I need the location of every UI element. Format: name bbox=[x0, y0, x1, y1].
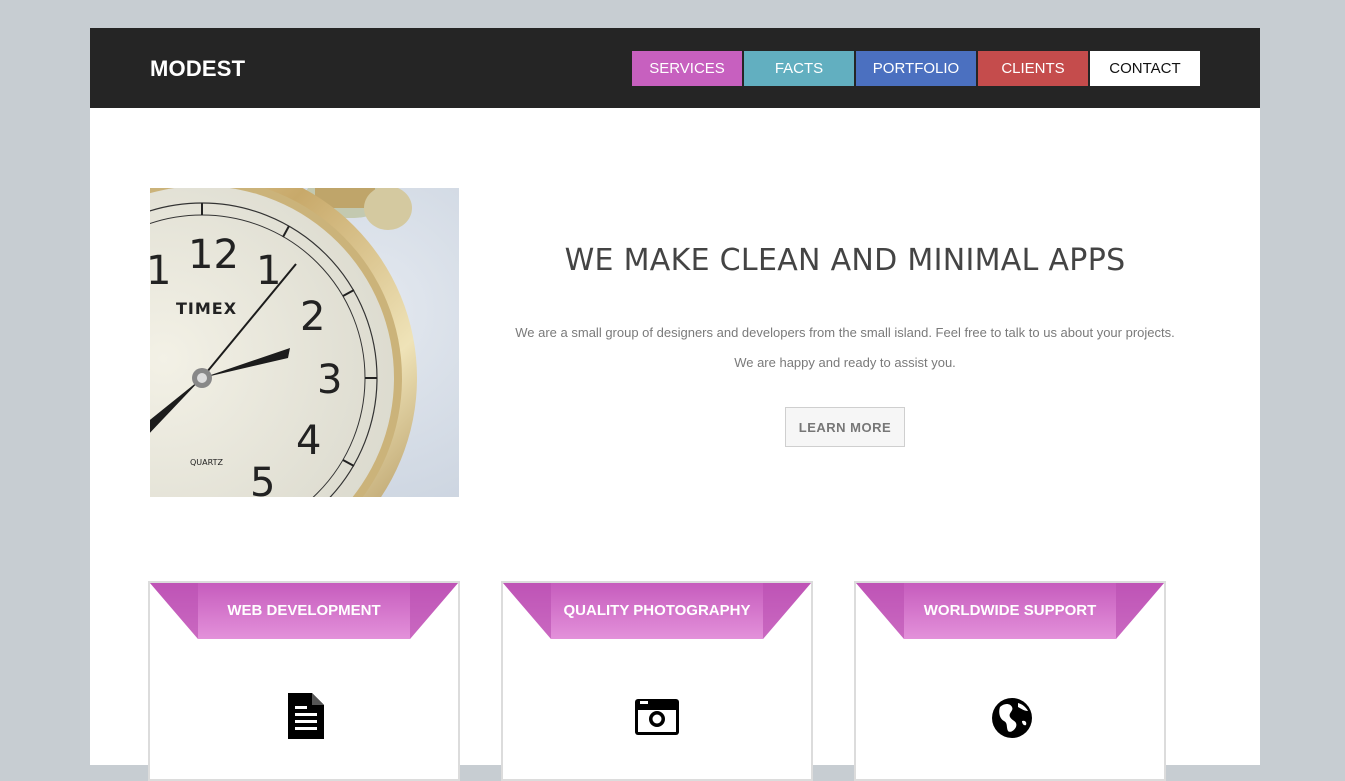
hero-text-line-2: We are happy and ready to assist you. bbox=[734, 355, 956, 370]
svg-text:TIMEX: TIMEX bbox=[176, 299, 237, 318]
svg-text:3: 3 bbox=[317, 357, 342, 403]
card-title: WEB DEVELOPMENT bbox=[227, 602, 381, 619]
svg-text:2: 2 bbox=[300, 294, 325, 340]
card-title: QUALITY PHOTOGRAPHY bbox=[563, 602, 751, 619]
svg-text:5: 5 bbox=[250, 460, 275, 497]
page-container: MODEST SERVICES FACTS PORTFOLIO CLIENTS … bbox=[90, 28, 1260, 781]
hero-title: WE MAKE CLEAN AND MINIMAL APPS bbox=[564, 243, 1126, 278]
nav-services[interactable]: SERVICES bbox=[632, 51, 742, 86]
svg-text:4: 4 bbox=[296, 418, 321, 464]
svg-text:1: 1 bbox=[150, 248, 171, 294]
svg-text:QUARTZ: QUARTZ bbox=[190, 458, 223, 467]
hero-clock-image: 12 1 2 3 4 5 1 TIMEX QUARTZ bbox=[150, 188, 459, 497]
document-icon bbox=[288, 693, 324, 739]
hero-description: We are a small group of designers and de… bbox=[490, 318, 1200, 378]
svg-text:12: 12 bbox=[188, 232, 239, 278]
nav-clients[interactable]: CLIENTS bbox=[978, 51, 1088, 86]
card-title: WORLDWIDE SUPPORT bbox=[923, 602, 1097, 619]
nav-portfolio[interactable]: PORTFOLIO bbox=[856, 51, 976, 86]
nav-facts[interactable]: FACTS bbox=[744, 51, 854, 86]
nav-contact[interactable]: CONTACT bbox=[1090, 51, 1200, 86]
globe-icon bbox=[992, 698, 1032, 738]
top-navbar: MODEST SERVICES FACTS PORTFOLIO CLIENTS … bbox=[90, 28, 1260, 108]
feature-card-web-development[interactable]: WEB DEVELOPMENT bbox=[148, 581, 460, 781]
site-logo[interactable]: MODEST bbox=[150, 56, 245, 82]
hero-text-line-1: We are a small group of designers and de… bbox=[515, 325, 1175, 340]
learn-more-button[interactable]: LEARN MORE bbox=[785, 407, 905, 447]
feature-card-worldwide-support[interactable]: WORLDWIDE SUPPORT bbox=[854, 581, 1166, 781]
main-nav: SERVICES FACTS PORTFOLIO CLIENTS CONTACT bbox=[632, 51, 1200, 86]
camera-icon bbox=[635, 699, 679, 735]
feature-card-quality-photography[interactable]: QUALITY PHOTOGRAPHY bbox=[501, 581, 813, 781]
